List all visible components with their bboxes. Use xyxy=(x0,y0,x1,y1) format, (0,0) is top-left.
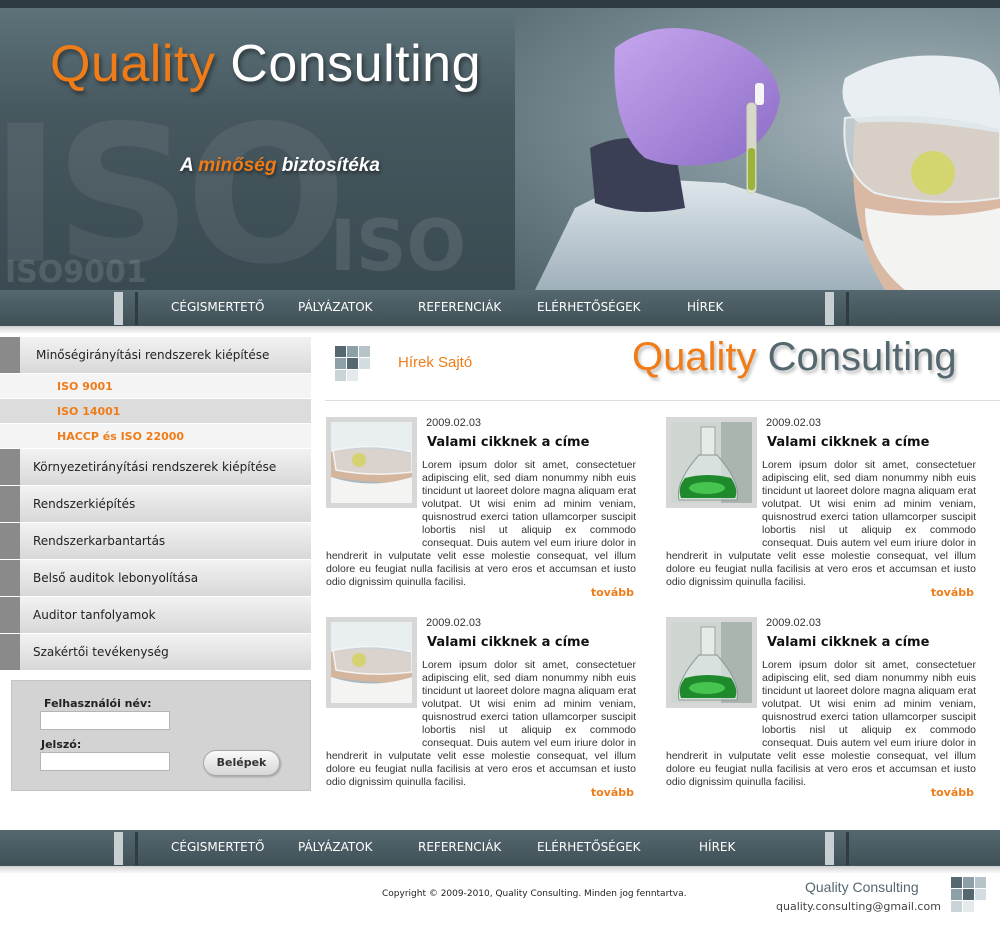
content-brand-logo: Quality Consulting xyxy=(632,335,957,380)
login-form: Felhasználói név: Jelszó: Belépek xyxy=(11,680,311,791)
article-more-link[interactable]: tovább xyxy=(591,586,634,599)
article-body: Lorem ipsum dolor sit amet, consectetuer… xyxy=(666,659,976,789)
sidebar-item-kornyezetiranyitasi[interactable]: Környezetirányítási rendszerek kiépítése xyxy=(0,449,311,486)
header-watermark-iso9001: ISO9001 xyxy=(5,255,147,290)
sidebar-item-minosegiranyitasi[interactable]: Minőségirányítási rendszerek kiépítése xyxy=(0,337,311,374)
header-top-strip xyxy=(0,0,1000,8)
sidebar-item-label: Szakértői tevékenység xyxy=(33,645,169,659)
sidebar-item-label: Minőségirányítási rendszerek kiépítése xyxy=(36,348,270,362)
header-watermark-iso-small: ISO xyxy=(330,205,466,287)
sidebar-item-rendszerkarbantartas[interactable]: Rendszerkarbantartás xyxy=(0,523,311,560)
article-date: 2009.02.03 xyxy=(766,617,822,629)
footer-company-name: Quality Consulting xyxy=(805,879,919,895)
sidebar-item-belso-auditok[interactable]: Belső auditok lebonyolítása xyxy=(0,560,311,597)
site-slogan: A minőség biztosítéka xyxy=(180,155,380,177)
sidebar-item-auditor-tanfolyamok[interactable]: Auditor tanfolyamok xyxy=(0,597,311,634)
nav-item-cegismerteto[interactable]: CÉGISMERTETŐ xyxy=(171,300,265,314)
sidebar-subitem-label: ISO 14001 xyxy=(57,405,121,418)
nav-separator xyxy=(825,832,834,865)
nav-item-referenciak[interactable]: REFERENCIÁK xyxy=(418,300,501,314)
username-label: Felhasználói név: xyxy=(44,697,152,710)
footer-nav-referenciak[interactable]: REFERENCIÁK xyxy=(418,840,501,854)
sidebar-menu: Minőségirányítási rendszerek kiépítése I… xyxy=(0,337,311,671)
nav-item-elerhetosegek[interactable]: ELÉRHETŐSÉGEK xyxy=(537,300,641,314)
slogan-part-b: biztosítéka xyxy=(276,155,380,176)
article-body: Lorem ipsum dolor sit amet, consectetuer… xyxy=(666,459,976,589)
sidebar-item-label: Auditor tanfolyamok xyxy=(33,608,156,622)
news-article: 2009.02.03 Valami cikknek a címe Lorem i… xyxy=(666,417,976,607)
sidebar-item-rendszerkiepites[interactable]: Rendszerkiépítés xyxy=(0,486,311,523)
sidebar-item-label: Rendszerkiépítés xyxy=(33,497,136,511)
copyright-text: Copyright © 2009-2010, Quality Consultin… xyxy=(382,889,687,899)
sidebar-item-label: Környezetirányítási rendszerek kiépítése xyxy=(33,460,277,474)
sidebar-item-szakertoi-tevekenyseg[interactable]: Szakértői tevékenység xyxy=(0,634,311,671)
footer-navigation: CÉGISMERTETŐ PÁLYÁZATOK REFERENCIÁK ELÉR… xyxy=(0,830,1000,866)
news-article: 2009.02.03 Valami cikknek a címe Lorem i… xyxy=(326,617,636,807)
nav-item-palyazatok[interactable]: PÁLYÁZATOK xyxy=(298,300,373,314)
nav-separator xyxy=(114,832,123,865)
sidebar-item-marker xyxy=(0,634,20,670)
news-section-title: Hírek Sajtó xyxy=(398,354,473,371)
nav-separator xyxy=(846,292,849,325)
sidebar-subitem-haccp[interactable]: HACCP és ISO 22000 xyxy=(0,424,311,449)
news-article: 2009.02.03 Valami cikknek a címe Lorem i… xyxy=(326,417,636,607)
sidebar-item-marker xyxy=(0,560,20,596)
article-date: 2009.02.03 xyxy=(766,417,822,429)
sidebar-subitem-label: ISO 9001 xyxy=(57,380,113,393)
article-title[interactable]: Valami cikknek a címe xyxy=(767,635,929,650)
nav-shadow xyxy=(0,866,1000,874)
content-logo-consulting: Consulting xyxy=(756,335,957,379)
header-scientist-photo xyxy=(515,8,1000,290)
logo-word-quality: Quality xyxy=(50,35,216,93)
footer-email-link[interactable]: quality.consulting@gmail.com xyxy=(776,900,941,913)
article-date: 2009.02.03 xyxy=(426,617,482,629)
nav-separator xyxy=(135,832,138,865)
nav-separator xyxy=(114,292,123,325)
nav-separator xyxy=(825,292,834,325)
site-logo[interactable]: Quality Consulting xyxy=(50,34,481,94)
article-title[interactable]: Valami cikknek a címe xyxy=(427,635,589,650)
sidebar-subitem-iso-14001[interactable]: ISO 14001 xyxy=(0,399,311,424)
sidebar-item-marker xyxy=(0,337,20,373)
footer-nav-hirek[interactable]: HÍREK xyxy=(699,840,735,854)
article-more-link[interactable]: tovább xyxy=(931,786,974,799)
password-field[interactable] xyxy=(40,752,170,771)
sidebar-item-marker xyxy=(0,523,20,559)
sidebar-subitem-label: HACCP és ISO 22000 xyxy=(57,430,185,443)
login-button[interactable]: Belépek xyxy=(203,750,280,776)
sidebar-subitem-iso-9001[interactable]: ISO 9001 xyxy=(0,374,311,399)
sidebar-item-marker xyxy=(0,449,20,485)
slogan-part-a: A xyxy=(180,155,199,176)
sidebar-item-label: Rendszerkarbantartás xyxy=(33,534,166,548)
article-title[interactable]: Valami cikknek a címe xyxy=(767,435,929,450)
nav-shadow xyxy=(0,326,1000,334)
sidebar-item-marker xyxy=(0,597,20,633)
article-date: 2009.02.03 xyxy=(426,417,482,429)
logo-word-consulting: Consulting xyxy=(215,35,481,93)
nav-separator xyxy=(135,292,138,325)
main-navigation: CÉGISMERTETŐ PÁLYÁZATOK REFERENCIÁK ELÉR… xyxy=(0,290,1000,326)
username-field[interactable] xyxy=(40,711,170,730)
footer-nav-cegismerteto[interactable]: CÉGISMERTETŐ xyxy=(171,840,265,854)
nav-separator xyxy=(846,832,849,865)
header-banner: ISO ISO ISO9001 Quality Consulting A min… xyxy=(0,0,1000,290)
slogan-emphasis: minőség xyxy=(198,155,277,176)
password-label: Jelszó: xyxy=(41,738,82,751)
article-more-link[interactable]: tovább xyxy=(591,786,634,799)
nav-item-hirek[interactable]: HÍREK xyxy=(687,300,723,314)
footer-nav-palyazatok[interactable]: PÁLYÁZATOK xyxy=(298,840,373,854)
article-title[interactable]: Valami cikknek a címe xyxy=(427,435,589,450)
article-more-link[interactable]: tovább xyxy=(931,586,974,599)
sidebar-item-label: Belső auditok lebonyolítása xyxy=(33,571,199,585)
sidebar-item-marker xyxy=(0,486,20,522)
footer-nav-elerhetosegek[interactable]: ELÉRHETŐSÉGEK xyxy=(537,840,641,854)
content-logo-quality: Quality xyxy=(632,335,757,379)
article-body: Lorem ipsum dolor sit amet, consectetuer… xyxy=(326,459,636,589)
news-article: 2009.02.03 Valami cikknek a címe Lorem i… xyxy=(666,617,976,807)
article-body: Lorem ipsum dolor sit amet, consectetuer… xyxy=(326,659,636,789)
content-divider xyxy=(325,400,1000,401)
